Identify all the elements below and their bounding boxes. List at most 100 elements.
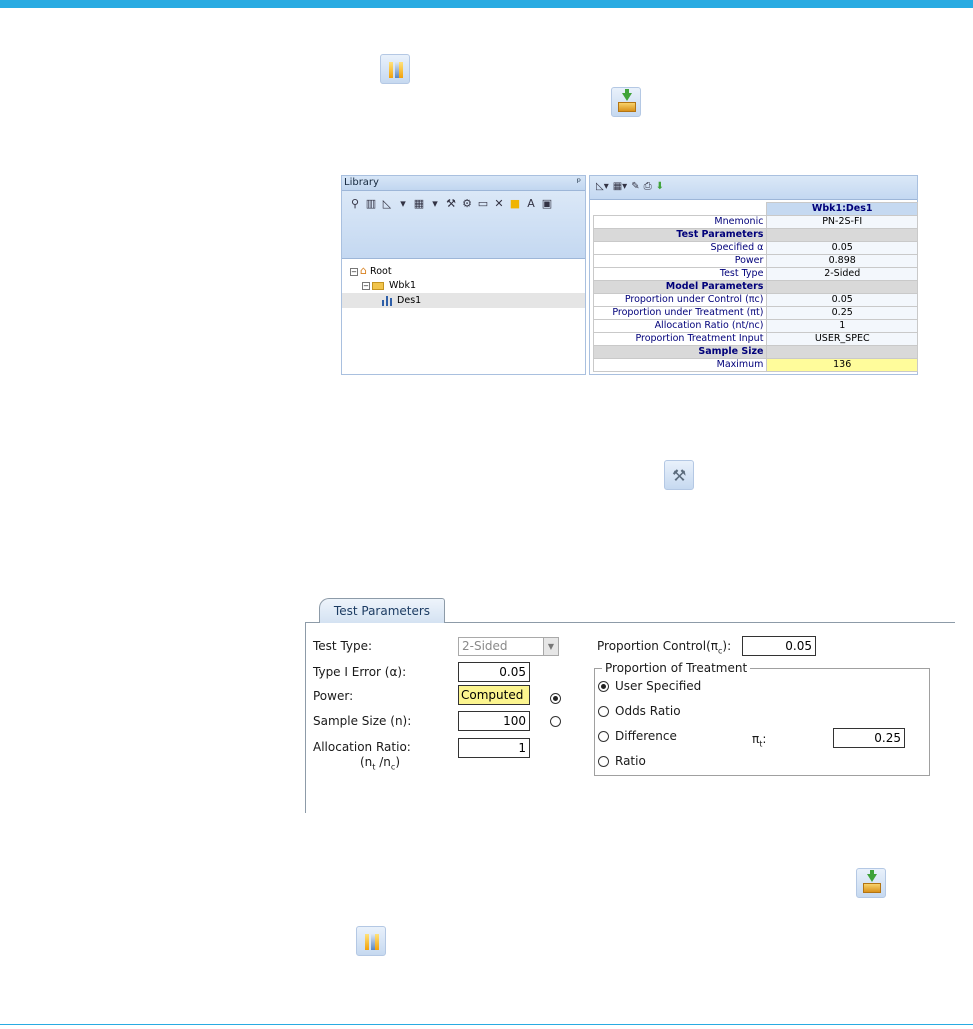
difference-label: Difference bbox=[615, 729, 677, 743]
pi-t-label: πt: bbox=[752, 732, 767, 749]
key-icon[interactable]: ⚲ bbox=[348, 197, 362, 211]
tab-test-parameters[interactable]: Test Parameters bbox=[319, 598, 445, 623]
bottom-accent-line bbox=[0, 1024, 973, 1025]
tree-node-root[interactable]: − ⌂ Root bbox=[350, 263, 585, 278]
ratio-label: Ratio bbox=[615, 754, 646, 768]
sample-size-label: Sample Size (n): bbox=[313, 714, 412, 728]
power-radio[interactable] bbox=[550, 693, 561, 704]
table-row: Specified α 0.05 bbox=[592, 241, 918, 255]
difference-radio[interactable] bbox=[598, 731, 609, 742]
save-to-workbook-icon[interactable]: ⬇ bbox=[656, 181, 664, 199]
output-panel: ◺▾ ▦▾ ✎ ⎙ ⬇ Wbk1:Des1 Mnemonic PN-2S-FI Tes… bbox=[589, 175, 918, 375]
table-cell bbox=[766, 228, 918, 242]
row-value: 136 bbox=[766, 358, 918, 372]
table-header: Wbk1:Des1 bbox=[766, 202, 918, 216]
tree-label: Wbk1 bbox=[389, 280, 417, 291]
save-to-workbook-icon bbox=[611, 87, 641, 117]
power-input[interactable]: Computed bbox=[458, 685, 530, 705]
table-cell bbox=[593, 202, 767, 216]
dropdown-arrow-icon[interactable]: ▾ bbox=[396, 197, 410, 211]
row-value: 0.05 bbox=[766, 241, 918, 255]
section-label: Model Parameters bbox=[592, 280, 768, 294]
library-panel: Library ᵖ ⚲ ▥ ◺ ▾ ▦ ▾ ⚒ ⚙ ▭ ✕ ■ A ▣ − ⌂ R… bbox=[341, 175, 586, 375]
user-specified-radio[interactable] bbox=[598, 681, 609, 692]
sample-size-radio[interactable] bbox=[550, 716, 561, 727]
print-icon[interactable]: ⎙ bbox=[644, 181, 652, 199]
table-icon[interactable]: ▦▾ bbox=[613, 181, 627, 199]
library-tree: − ⌂ Root − Wbk1 Des1 bbox=[342, 259, 585, 308]
table-cell bbox=[766, 345, 918, 359]
row-label: Proportion under Treatment (πt) bbox=[592, 306, 768, 320]
bars-icon[interactable]: ▥ bbox=[364, 197, 378, 211]
row-value: 0.25 bbox=[766, 306, 918, 320]
test-type-select[interactable]: 2-Sided ▼ bbox=[458, 637, 559, 656]
table-cell bbox=[766, 280, 918, 294]
row-value: USER_SPEC bbox=[766, 332, 918, 346]
section-label: Sample Size bbox=[592, 345, 768, 359]
format-icon[interactable]: A bbox=[524, 197, 538, 211]
gears-icon[interactable]: ⚙ bbox=[460, 197, 474, 211]
chart-icon[interactable]: ◺▾ bbox=[596, 181, 609, 199]
collapse-icon[interactable]: − bbox=[362, 281, 370, 290]
dropdown-arrow-icon[interactable]: ▾ bbox=[428, 197, 442, 211]
wrench-icon[interactable]: ⚒ bbox=[444, 197, 458, 211]
row-label: Maximum bbox=[592, 358, 768, 372]
proportion-treatment-title: Proportion of Treatment bbox=[602, 661, 751, 675]
odds-ratio-radio[interactable] bbox=[598, 706, 609, 717]
allocation-ratio-label: Allocation Ratio: bbox=[313, 740, 411, 754]
design-bars-icon bbox=[356, 926, 386, 956]
table-icon[interactable]: ▦ bbox=[412, 197, 426, 211]
row-label: Allocation Ratio (nt/nc) bbox=[592, 319, 768, 333]
table-row: Model Parameters bbox=[592, 280, 918, 294]
row-value: 0.898 bbox=[766, 254, 918, 268]
pin-icon[interactable]: ᵖ bbox=[577, 176, 581, 190]
row-label: Mnemonic bbox=[592, 215, 768, 229]
tree-node-workbook[interactable]: − Wbk1 bbox=[350, 278, 585, 293]
row-value: 1 bbox=[766, 319, 918, 333]
row-value: 0.05 bbox=[766, 293, 918, 307]
top-accent-bar bbox=[0, 0, 973, 8]
save-icon[interactable]: ▣ bbox=[540, 197, 554, 211]
tree-label: Root bbox=[370, 266, 392, 277]
folder-icon bbox=[372, 281, 384, 290]
table-row: Maximum 136 bbox=[592, 358, 918, 372]
row-label: Power bbox=[592, 254, 768, 268]
save-to-workbook-icon bbox=[856, 868, 886, 898]
disk-icon[interactable]: ▭ bbox=[476, 197, 490, 211]
tab-strip: Test Parameters bbox=[305, 598, 955, 623]
table-header-row: Wbk1:Des1 bbox=[593, 202, 918, 216]
tree-node-design[interactable]: Des1 bbox=[342, 293, 585, 308]
delete-icon[interactable]: ✕ bbox=[492, 197, 506, 211]
proportion-control-input[interactable]: 0.05 bbox=[742, 636, 816, 656]
row-value: PN-2S-FI bbox=[766, 215, 918, 229]
table-row: Test Parameters bbox=[592, 228, 918, 242]
library-header: Library ᵖ bbox=[342, 176, 585, 191]
ratio-radio[interactable] bbox=[598, 756, 609, 767]
allocation-ratio-input[interactable]: 1 bbox=[458, 738, 530, 758]
table-row: Mnemonic PN-2S-FI bbox=[592, 215, 918, 229]
test-type-value: 2-Sided bbox=[462, 639, 508, 653]
sample-size-input[interactable]: 100 bbox=[458, 711, 530, 731]
section-label: Test Parameters bbox=[592, 228, 768, 242]
table-row: Sample Size bbox=[592, 345, 918, 359]
pi-t-input[interactable]: 0.25 bbox=[833, 728, 905, 748]
type1-error-label: Type I Error (α): bbox=[313, 665, 407, 679]
edit-design-icon: ⚒ bbox=[664, 460, 694, 490]
table-row: Proportion under Treatment (πt) 0.25 bbox=[592, 306, 918, 320]
chart-icon[interactable]: ◺ bbox=[380, 197, 394, 211]
tree-label: Des1 bbox=[397, 295, 422, 306]
table-row: Proportion Treatment Input USER_SPEC bbox=[592, 332, 918, 346]
design-bars-icon bbox=[380, 54, 410, 84]
table-row: Allocation Ratio (nt/nc) 1 bbox=[592, 319, 918, 333]
odds-ratio-label: Odds Ratio bbox=[615, 704, 681, 718]
chevron-down-icon[interactable]: ▼ bbox=[543, 638, 558, 655]
type1-error-input[interactable]: 0.05 bbox=[458, 662, 530, 682]
note-icon[interactable]: ■ bbox=[508, 197, 522, 211]
output-table: Wbk1:Des1 Mnemonic PN-2S-FI Test Parameters… bbox=[592, 202, 918, 372]
design-icon bbox=[382, 295, 392, 306]
collapse-icon[interactable]: − bbox=[350, 267, 358, 276]
edit-icon[interactable]: ✎ bbox=[631, 181, 639, 199]
user-specified-label: User Specified bbox=[615, 679, 702, 693]
library-toolbar: ⚲ ▥ ◺ ▾ ▦ ▾ ⚒ ⚙ ▭ ✕ ■ A ▣ bbox=[342, 191, 585, 259]
row-label: Proportion Treatment Input bbox=[592, 332, 768, 346]
